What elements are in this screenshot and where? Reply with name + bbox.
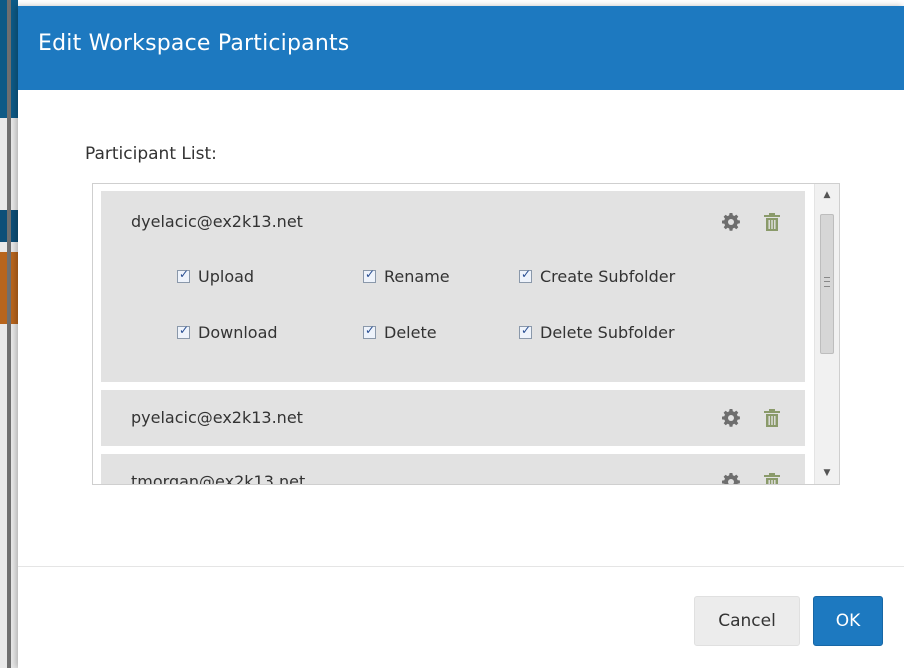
participant-actions: [721, 408, 785, 428]
permission-delete[interactable]: Delete: [363, 322, 437, 342]
gear-icon[interactable]: [721, 408, 741, 428]
permission-create-subfolder[interactable]: Create Subfolder: [519, 266, 675, 286]
grip-icon: [824, 277, 830, 287]
gear-icon[interactable]: [721, 212, 741, 232]
trash-icon[interactable]: [763, 212, 781, 232]
edit-participants-dialog: Edit Workspace Participants Participant …: [18, 6, 904, 668]
participant-email: dyelacic@ex2k13.net: [131, 212, 303, 231]
checkbox-checked[interactable]: [519, 323, 532, 339]
scrollbar-thumb[interactable]: [820, 214, 834, 354]
trash-icon[interactable]: [763, 408, 781, 428]
list-scrollbar[interactable]: ▲ ▼: [814, 184, 839, 484]
triangle-down-icon[interactable]: ▼: [815, 462, 839, 484]
permission-label: Rename: [384, 266, 450, 286]
dialog-title: Edit Workspace Participants: [38, 31, 350, 56]
triangle-up-icon[interactable]: ▲: [815, 184, 839, 206]
permission-label: Delete: [384, 322, 437, 342]
participant-list-viewport: dyelacic@ex2k13.net ✓ Upload ✓ Rename ✓ …: [93, 184, 813, 484]
permission-delete-subfolder[interactable]: Delete Subfolder: [519, 322, 675, 342]
participant-row-dyelacic[interactable]: dyelacic@ex2k13.net ✓ Upload ✓ Rename ✓ …: [101, 191, 805, 382]
permission-label: Delete Subfolder: [540, 322, 675, 342]
checkbox-checked[interactable]: [363, 323, 376, 339]
dialog-header: Edit Workspace Participants: [18, 6, 904, 90]
checkbox-checked[interactable]: [177, 323, 190, 339]
participant-row-tmorgan[interactable]: tmorgan@ex2k13.net: [101, 454, 805, 484]
participant-actions: [721, 212, 785, 232]
ok-button[interactable]: OK: [813, 596, 883, 646]
permission-rename[interactable]: Rename: [363, 266, 450, 286]
gear-icon[interactable]: [721, 472, 741, 484]
participant-email: pyelacic@ex2k13.net: [131, 408, 303, 427]
participant-email: tmorgan@ex2k13.net: [131, 472, 306, 484]
participant-list[interactable]: dyelacic@ex2k13.net ✓ Upload ✓ Rename ✓ …: [92, 183, 840, 485]
participant-list-label: Participant List:: [85, 144, 217, 164]
checkbox-checked[interactable]: [519, 267, 532, 283]
checkbox-checked[interactable]: [363, 267, 376, 283]
permission-label: Create Subfolder: [540, 266, 676, 286]
footer-divider: [18, 566, 904, 567]
permission-download[interactable]: Download: [177, 322, 278, 342]
background-app-edge: [7, 0, 11, 668]
permission-upload[interactable]: Upload: [177, 266, 254, 286]
cancel-button[interactable]: Cancel: [694, 596, 800, 646]
checkbox-checked[interactable]: [177, 267, 190, 283]
participant-actions: [721, 472, 785, 484]
permission-label: Download: [198, 322, 278, 342]
trash-icon[interactable]: [763, 472, 781, 484]
participant-row-pyelacic[interactable]: pyelacic@ex2k13.net: [101, 390, 805, 446]
permission-label: Upload: [198, 266, 255, 286]
